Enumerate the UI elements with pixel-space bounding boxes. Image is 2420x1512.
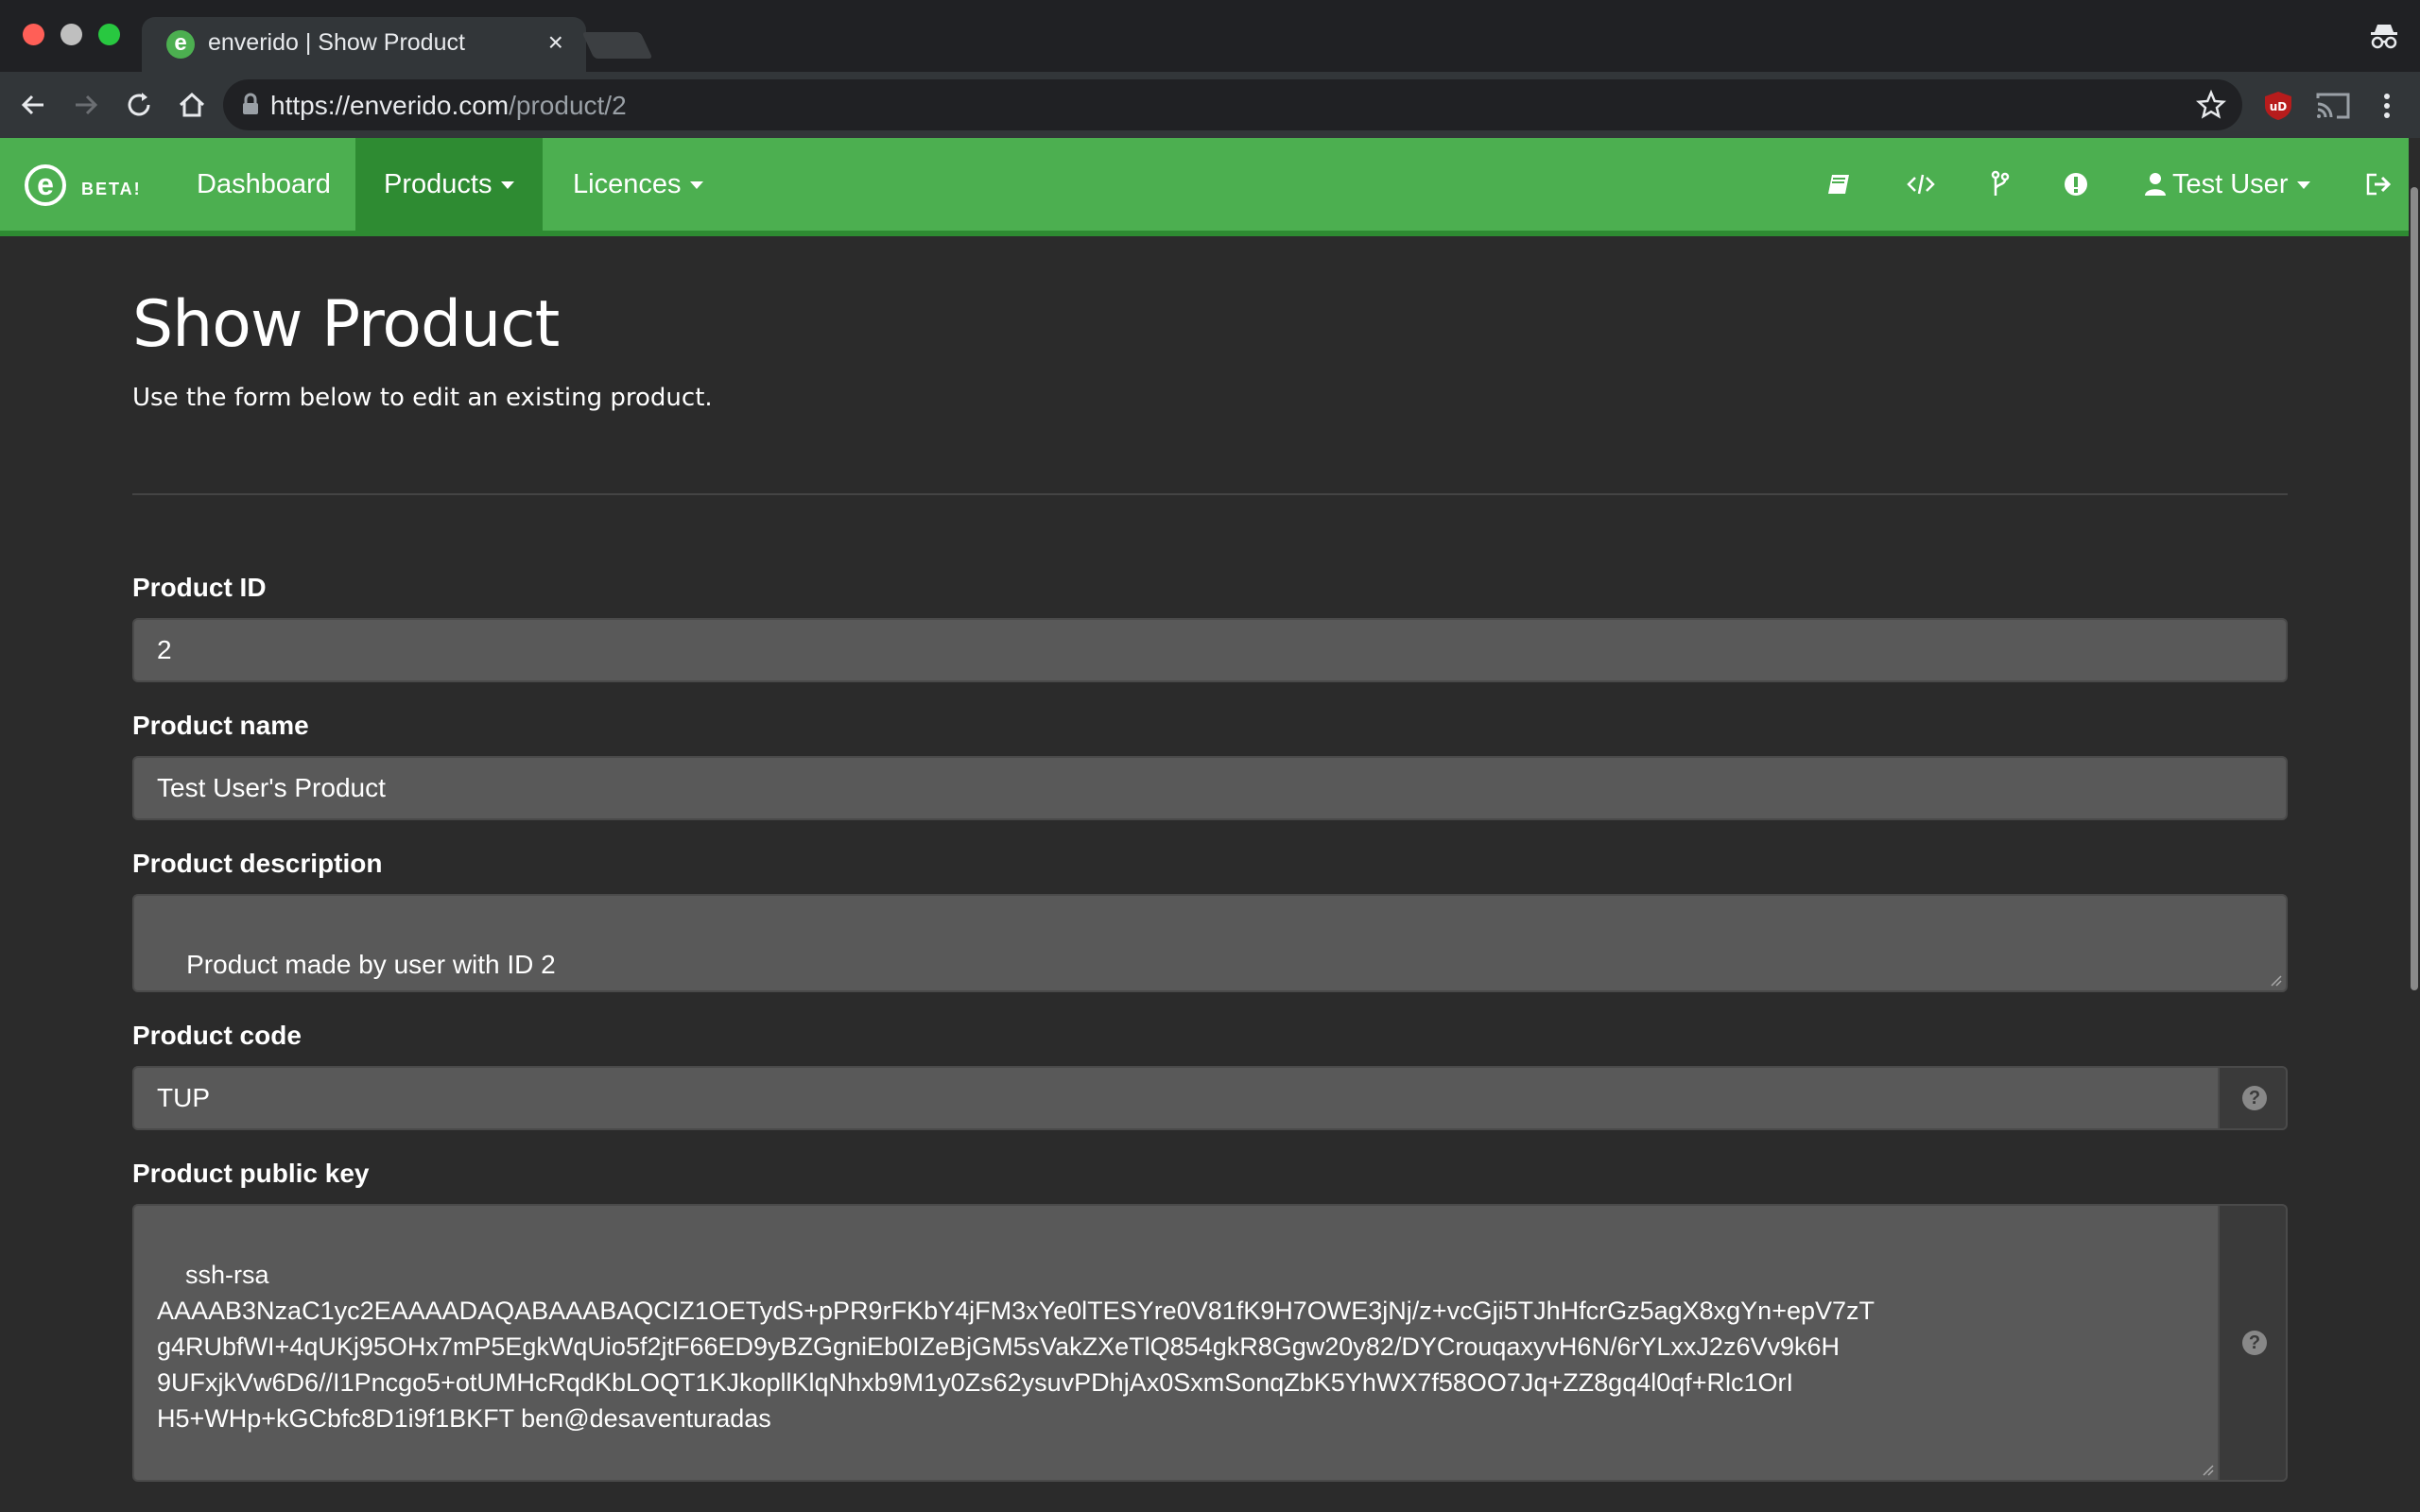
product-id-field[interactable]: 2: [132, 618, 2288, 682]
caret-down-icon: [2297, 181, 2311, 190]
product-description-value: Product made by user with ID 2: [186, 950, 556, 979]
product-id-label: Product ID: [132, 573, 267, 602]
url-text: https://enverido.com/product/2: [270, 91, 627, 120]
product-public-key-label: Product public key: [132, 1159, 370, 1188]
alert-circle-icon[interactable]: [2061, 169, 2091, 199]
book-icon[interactable]: [1824, 169, 1855, 199]
caret-down-icon: [690, 181, 704, 190]
product-description-textarea[interactable]: Product made by user with ID 2: [132, 894, 2288, 992]
product-name-label: Product name: [132, 711, 309, 740]
browser-tab[interactable]: e enverido | Show Product ×: [142, 17, 586, 72]
home-icon[interactable]: [172, 85, 212, 125]
svg-text:uD: uD: [2270, 100, 2288, 113]
page-scrollbar[interactable]: [2409, 138, 2420, 1512]
ublock-extension-icon[interactable]: uD: [2263, 90, 2293, 122]
minimize-window-button[interactable]: [60, 24, 82, 45]
product-public-key-value: ssh-rsa AAAAB3NzaC1yc2EAAAADAQABAAABAQCI…: [157, 1261, 1876, 1433]
product-public-key-textarea[interactable]: ssh-rsa AAAAB3NzaC1yc2EAAAADAQABAAABAQCI…: [132, 1204, 2220, 1482]
cast-icon[interactable]: [2314, 89, 2352, 123]
nav-products-dropdown[interactable]: Products: [355, 138, 544, 231]
question-circle-icon[interactable]: ?: [2242, 1086, 2267, 1110]
reload-icon[interactable]: [119, 85, 159, 125]
question-circle-icon[interactable]: ?: [2242, 1331, 2267, 1355]
product-code-label: Product code: [132, 1021, 302, 1050]
product-description-label: Product description: [132, 849, 383, 878]
browser-tab-bar: e enverido | Show Product ×: [0, 0, 2420, 72]
resize-grip-icon[interactable]: [2201, 1463, 2214, 1476]
user-name: Test User: [2172, 169, 2289, 199]
browser-toolbar: https://enverido.com/product/2 uD: [0, 72, 2420, 138]
beta-badge: BETA!: [81, 180, 142, 198]
sign-out-icon[interactable]: [2363, 169, 2394, 199]
tab-close-icon[interactable]: ×: [548, 28, 563, 57]
product-code-help-addon[interactable]: ?: [2220, 1066, 2288, 1130]
page-title: Show Product: [132, 287, 560, 362]
scrollbar-thumb[interactable]: [2411, 187, 2418, 990]
maximize-window-button[interactable]: [98, 24, 120, 45]
product-public-key-help-addon[interactable]: ?: [2220, 1204, 2288, 1482]
app-navbar: e BETA! Dashboard Products Licences Test…: [0, 138, 2420, 236]
divider: [132, 493, 2288, 495]
main-content: Show Product Use the form below to edit …: [0, 242, 2409, 1512]
nav-dashboard[interactable]: Dashboard: [168, 138, 359, 231]
tab-title: enverido | Show Product: [208, 29, 465, 56]
lock-icon: [236, 91, 265, 119]
product-name-field[interactable]: Test User's Product: [132, 756, 2288, 820]
product-code-field[interactable]: TUP: [132, 1066, 2220, 1130]
nav-licences-dropdown[interactable]: Licences: [544, 138, 732, 231]
back-arrow-icon[interactable]: [13, 85, 53, 125]
caret-down-icon: [501, 181, 515, 190]
brand-logo[interactable]: e: [25, 164, 66, 206]
favicon-icon: e: [166, 30, 195, 59]
bookmark-star-icon[interactable]: [2195, 89, 2227, 121]
browser-menu-icon[interactable]: [2371, 87, 2403, 125]
close-window-button[interactable]: [23, 24, 44, 45]
resize-grip-icon[interactable]: [2269, 973, 2282, 987]
page-subtitle: Use the form below to edit an existing p…: [132, 384, 713, 412]
code-fork-icon[interactable]: [1985, 169, 2015, 199]
code-icon[interactable]: [1906, 169, 1936, 199]
user-menu-dropdown[interactable]: Test User: [2144, 138, 2311, 231]
new-tab-button[interactable]: [581, 32, 653, 59]
incognito-icon: [2367, 19, 2401, 53]
user-icon: [2145, 173, 2166, 196]
address-bar[interactable]: https://enverido.com/product/2: [223, 79, 2242, 130]
forward-arrow-icon[interactable]: [66, 85, 106, 125]
